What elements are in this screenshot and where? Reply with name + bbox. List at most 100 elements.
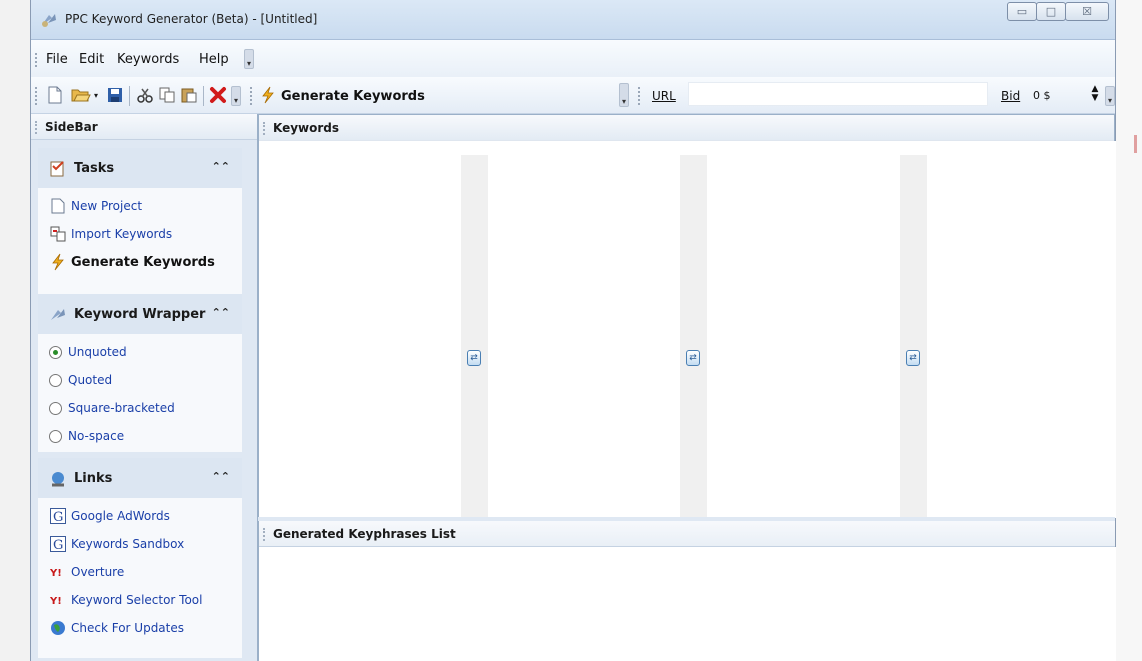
keyword-column-divider[interactable] [461,155,488,518]
menu-overflow-button[interactable]: ▾ [244,49,254,69]
generate-keywords-button[interactable]: Generate Keywords [281,89,425,104]
link-label: Overture [71,565,125,579]
open-folder-icon[interactable] [71,85,91,105]
maximize-button[interactable]: □ [1036,2,1066,21]
tasks-title: Tasks [74,161,115,176]
swap-arrows-icon[interactable]: ⇄ [467,350,481,366]
wrapper-group-header[interactable]: Keyword Wrapper ⌃⌃ [38,294,242,334]
minimize-button[interactable]: ▭ [1007,2,1037,21]
menu-edit[interactable]: Edit [79,52,104,67]
swap-arrows-icon[interactable]: ⇄ [906,350,920,366]
keyword-column-divider[interactable] [900,155,927,518]
radio-selected-icon[interactable] [49,345,62,359]
title-bar[interactable]: PPC Keyword Generator (Beta) - [Untitled… [31,0,1115,40]
link-google-adwords[interactable]: G Google AdWords [49,506,170,526]
task-label: Generate Keywords [71,254,215,270]
chevron-down-icon: ▾ [233,96,238,105]
keywords-title: Keywords [273,121,340,135]
toolbar-grip[interactable] [35,87,37,105]
task-generate-keywords[interactable]: Generate Keywords [49,252,215,272]
new-file-icon [49,197,67,215]
tasks-icon [49,160,67,178]
link-label: Keyword Selector Tool [71,593,203,607]
paste-icon[interactable] [179,85,199,105]
toolbar-grip[interactable] [250,87,252,105]
link-keyword-selector-tool[interactable]: Y! Keyword Selector Tool [49,590,202,610]
lightning-icon [49,253,67,271]
swap-arrows-icon[interactable]: ⇄ [686,350,700,366]
links-body: G Google AdWords G Keywords Sandbox Y! O… [38,498,242,658]
chevron-down-icon: ▾ [621,97,626,106]
minimize-icon: ▭ [1016,5,1028,18]
bid-spinner[interactable]: ▲ ▼ [1089,85,1101,105]
wrapper-option-square-bracketed[interactable]: Square-bracketed [49,398,175,418]
google-icon: G [49,507,67,525]
bid-value[interactable]: 0 $ [1033,89,1051,102]
toolbar-grip[interactable] [638,87,640,105]
app-window: PPC Keyword Generator (Beta) - [Untitled… [30,0,1116,661]
wrapper-option-unquoted[interactable]: Unquoted [49,342,127,362]
option-label: No-space [68,429,125,443]
import-icon [49,225,67,243]
radio-icon[interactable] [49,373,62,387]
task-label: New Project [71,199,143,213]
tasks-group-header[interactable]: Tasks ⌃⌃ [38,148,242,188]
bid-label: Bid [1001,89,1021,103]
wrapper-option-no-space[interactable]: No-space [49,426,124,446]
svg-text:Y!: Y! [50,568,62,578]
radio-icon[interactable] [49,401,62,415]
app-logo-icon [40,11,58,29]
delete-icon[interactable] [208,85,228,105]
keyphrases-header: Generated Keyphrases List [259,521,1115,547]
link-label: Google AdWords [71,509,170,523]
new-file-icon[interactable] [45,85,65,105]
desktop-left-strip [0,0,30,661]
keywords-panel: Keywords ⇄ ⇄ ⇄ [258,114,1116,519]
close-button[interactable]: ☒ [1065,2,1109,21]
save-icon[interactable] [105,85,125,105]
wrapper-group: Keyword Wrapper ⌃⌃ Unquoted Quoted Squar… [38,294,242,452]
menu-grip[interactable] [35,53,37,67]
links-group: Links ⌃⌃ G Google AdWords G Keywords San… [38,458,242,658]
keyword-column-divider[interactable] [680,155,707,518]
wrapper-title: Keyword Wrapper [74,307,206,322]
keywords-grip[interactable] [263,122,265,135]
tasks-group: Tasks ⌃⌃ New Project Import Keywords Gen… [38,148,242,298]
links-icon [49,470,67,488]
lightning-icon [258,85,278,105]
wrapper-option-quoted[interactable]: Quoted [49,370,112,390]
url-input[interactable] [688,82,988,106]
toolbar-overflow-button-3[interactable]: ▾ [1105,86,1115,106]
option-label: Unquoted [68,345,127,359]
cut-icon[interactable] [135,85,155,105]
menu-keywords[interactable]: Keywords [117,52,179,67]
maximize-icon: □ [1045,5,1057,18]
menu-help[interactable]: Help [199,52,229,67]
keywords-area[interactable]: ⇄ ⇄ ⇄ [259,141,1116,518]
option-label: Square-bracketed [68,401,175,415]
toolbar-separator [129,86,130,106]
link-overture[interactable]: Y! Overture [49,562,124,582]
collapse-icon[interactable]: ⌃⌃ [212,470,230,483]
menu-bar: File Edit Keywords Help ▾ [31,40,1115,77]
collapse-icon[interactable]: ⌃⌃ [212,160,230,173]
open-dropdown-icon[interactable]: ▾ [91,85,101,105]
toolbar-overflow-button-2[interactable]: ▾ [619,83,629,107]
link-keywords-sandbox[interactable]: G Keywords Sandbox [49,534,184,554]
link-label: Keywords Sandbox [71,537,185,551]
sidebar-grip[interactable] [35,121,37,134]
desktop-right-strip [1116,0,1142,661]
link-check-for-updates[interactable]: Check For Updates [49,618,184,638]
radio-icon[interactable] [49,429,62,443]
task-new-project[interactable]: New Project [49,196,142,216]
collapse-icon[interactable]: ⌃⌃ [212,306,230,319]
chevron-down-icon: ▾ [246,59,251,68]
links-group-header[interactable]: Links ⌃⌃ [38,458,242,498]
keyphrases-list[interactable] [259,547,1116,661]
copy-icon[interactable] [157,85,177,105]
svg-text:Y!: Y! [50,596,62,606]
task-import-keywords[interactable]: Import Keywords [49,224,172,244]
keyphrases-grip[interactable] [263,528,265,541]
toolbar-overflow-button[interactable]: ▾ [231,86,241,106]
menu-file[interactable]: File [46,52,68,67]
